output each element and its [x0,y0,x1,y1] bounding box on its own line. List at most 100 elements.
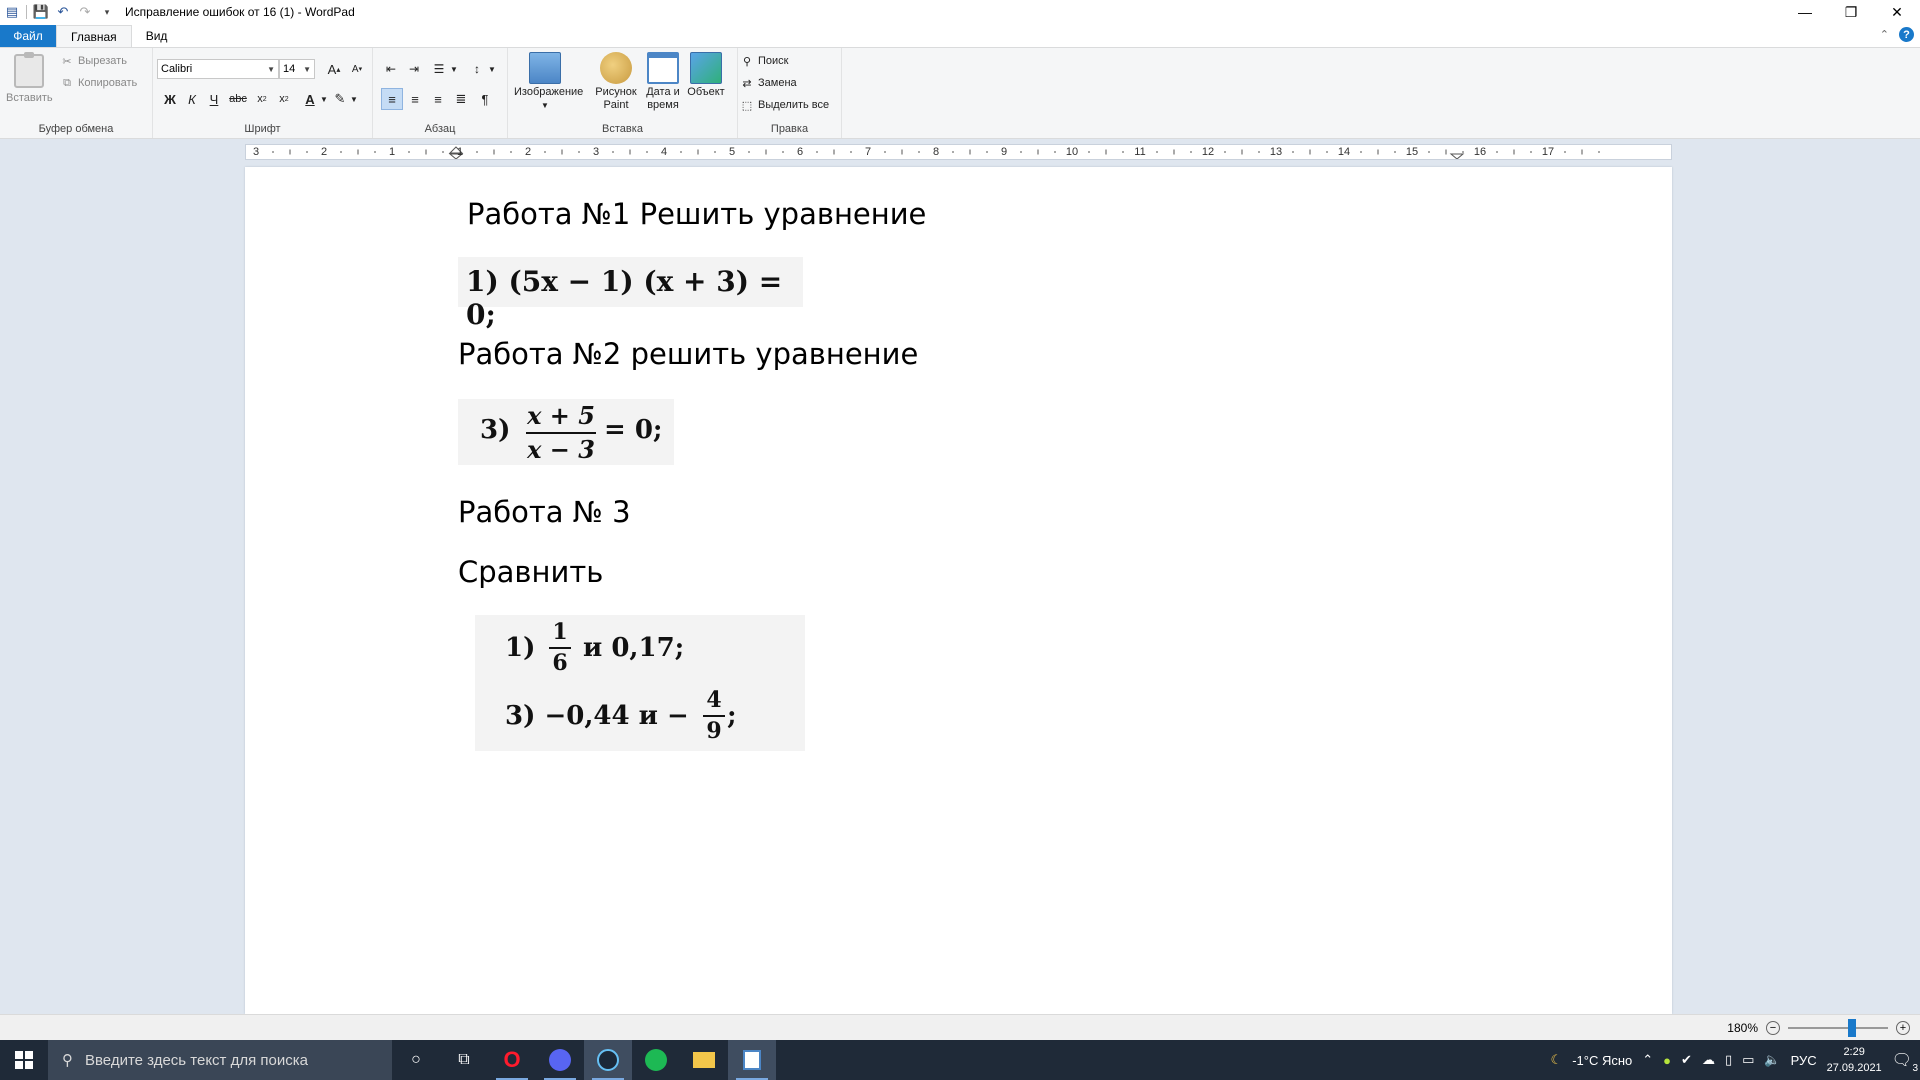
paste-button[interactable]: Вставить [6,52,53,104]
undo-icon[interactable]: ↶ [55,4,71,20]
find-button[interactable]: ⚲ Поиск [740,54,789,68]
equation-3-denominator: 6 [552,650,568,676]
insert-image-button[interactable]: Изображение ▼ [514,52,583,112]
zoom-in-button[interactable]: + [1896,1020,1910,1035]
strikethrough-button[interactable]: abc [227,88,249,110]
superscript-button[interactable]: x2 [273,88,295,110]
document-page[interactable]: Работа №1 Решить уравнение 1) (5x − 1) (… [245,167,1672,1014]
fraction-bar [526,432,596,434]
paste-label: Вставить [6,92,53,104]
steam-icon[interactable] [584,1040,632,1080]
bold-button[interactable]: Ж [159,88,181,110]
font-family-select[interactable]: Calibri ▼ [157,59,279,79]
minimize-ribbon-icon[interactable]: ⌃ [1880,28,1889,41]
align-center-icon[interactable]: ≡ [404,88,426,110]
wordpad-taskbar-icon[interactable] [728,1040,776,1080]
subscript-button[interactable]: x2 [251,88,273,110]
weather-text[interactable]: -1°C Ясно [1572,1053,1632,1068]
zoom-slider-thumb[interactable] [1848,1018,1856,1037]
font-size-select[interactable]: 14 ▼ [279,59,315,79]
discord-icon[interactable] [536,1040,584,1080]
taskbar-search[interactable]: ⚲ Введите здесь текст для поиска [48,1040,392,1080]
battery-icon[interactable]: ▯ [1725,1052,1732,1068]
italic-button[interactable]: К [181,88,203,110]
ruler-label: 4 [660,146,668,158]
equation-1-text: 1) (5x − 1) (x + 3) = 0; [466,265,783,331]
clock[interactable]: 2:29 27.09.2021 [1827,1044,1882,1076]
chevron-down-icon[interactable]: ▼ [443,58,465,80]
fraction-bar [549,647,571,649]
tab-view[interactable]: Вид [132,25,182,47]
heading-work-2[interactable]: Работа №2 решить уравнение [458,337,918,371]
opera-icon[interactable]: O [488,1040,536,1080]
horizontal-ruler[interactable]: 3 2 1 1 2 3 4 5 6 7 8 9 10 11 12 13 14 15 16 17 [245,144,1672,160]
align-left-icon[interactable]: ≡ [381,88,403,110]
heading-work-3[interactable]: Работа № 3 [458,495,631,529]
restore-button[interactable]: ❐ [1828,0,1874,24]
zoom-out-button[interactable]: − [1766,1020,1780,1035]
replace-button[interactable]: ⇄ Замена [740,76,796,90]
clipboard-group-label: Буфер обмена [38,123,114,135]
align-right-icon[interactable]: ≡ [427,88,449,110]
chevron-down-icon[interactable]: ▼ [481,58,503,80]
decrease-indent-icon[interactable]: ⇤ [380,58,402,80]
cut-button[interactable]: ✂ Вырезать [60,54,127,68]
right-indent-marker[interactable] [1449,153,1465,159]
show-hidden-icons-icon[interactable]: ⌃ [1642,1052,1653,1068]
font-size-value: 14 [283,63,296,75]
insert-object-button[interactable]: Объект [684,52,728,99]
volume-icon[interactable]: 🔈 [1764,1052,1780,1068]
cortana-icon[interactable]: ○ [392,1040,440,1080]
spotify-icon[interactable] [632,1040,680,1080]
editing-group: ⚲ Поиск ⇄ Замена ⬚ Выделить все Правка [738,48,842,138]
tab-home[interactable]: Главная [56,25,132,47]
paint-drawing-button[interactable]: Рисунок Paint [592,52,640,112]
notification-center-icon[interactable]: 🗨 3 [1892,1050,1918,1074]
file-explorer-icon[interactable] [680,1040,728,1080]
help-icon[interactable]: ? [1899,27,1914,42]
equation-image-3[interactable]: 1) 1 6 и 0,17; 3) −0,44 и − 4 9 ; [475,615,805,751]
equation-2-denominator: x − 3 [527,435,595,464]
close-button[interactable]: ✕ [1874,0,1920,24]
ruler-label: 3 [252,146,260,158]
equation-image-2[interactable]: 3) x + 5 x − 3 = 0; [458,399,674,465]
heading-compare[interactable]: Сравнить [458,555,603,589]
equation-image-1[interactable]: 1) (5x − 1) (x + 3) = 0; [458,257,803,331]
wordpad-app-icon[interactable]: ▤ [4,4,20,20]
network-icon[interactable]: ▭ [1742,1052,1754,1068]
select-all-icon: ⬚ [741,99,753,112]
onedrive-icon[interactable]: ☁ [1702,1052,1715,1068]
chevron-down-icon: ▼ [541,101,549,110]
start-button[interactable] [0,1040,48,1080]
fraction-bar [703,715,725,717]
customize-qat-icon[interactable]: ▾ [99,4,115,20]
grow-font-button[interactable]: A ▴ [323,58,345,80]
select-all-label: Выделить все [758,99,830,111]
chevron-down-icon[interactable]: ▼ [343,88,365,110]
paragraph-settings-icon[interactable]: ¶ [474,88,496,110]
increase-indent-icon[interactable]: ⇥ [403,58,425,80]
shrink-font-button[interactable]: A ▾ [346,58,368,80]
language-indicator[interactable]: РУС [1791,1053,1817,1068]
tray-app-icon[interactable]: ● [1663,1053,1671,1068]
datetime-button[interactable]: Дата и время [642,52,684,112]
tray-check-icon[interactable]: ✔ [1681,1052,1692,1068]
redo-icon[interactable]: ↷ [77,4,93,20]
ruler-label: 1 [388,146,396,158]
underline-button[interactable]: Ч [203,88,225,110]
insert-object-label: Объект [687,86,725,98]
equation-4-suffix: ; [727,701,737,731]
zoom-slider[interactable] [1788,1018,1888,1037]
datetime-label-2: время [647,99,679,111]
copy-button[interactable]: ⧉ Копировать [60,76,137,90]
heading-work-1[interactable]: Работа №1 Решить уравнение [467,197,926,231]
save-icon[interactable]: 💾 [33,4,49,20]
tab-file[interactable]: Файл [0,25,56,47]
quick-access-toolbar: ▤ 💾 ↶ ↷ ▾ [0,4,115,20]
equation-4-denominator: 9 [706,718,722,744]
task-view-icon[interactable]: ⧉ [440,1040,488,1080]
weather-moon-icon[interactable]: ☾ [1551,1052,1563,1068]
select-all-button[interactable]: ⬚ Выделить все [740,98,829,112]
justify-icon[interactable]: ≣ [450,88,472,110]
minimize-button[interactable]: — [1782,0,1828,24]
